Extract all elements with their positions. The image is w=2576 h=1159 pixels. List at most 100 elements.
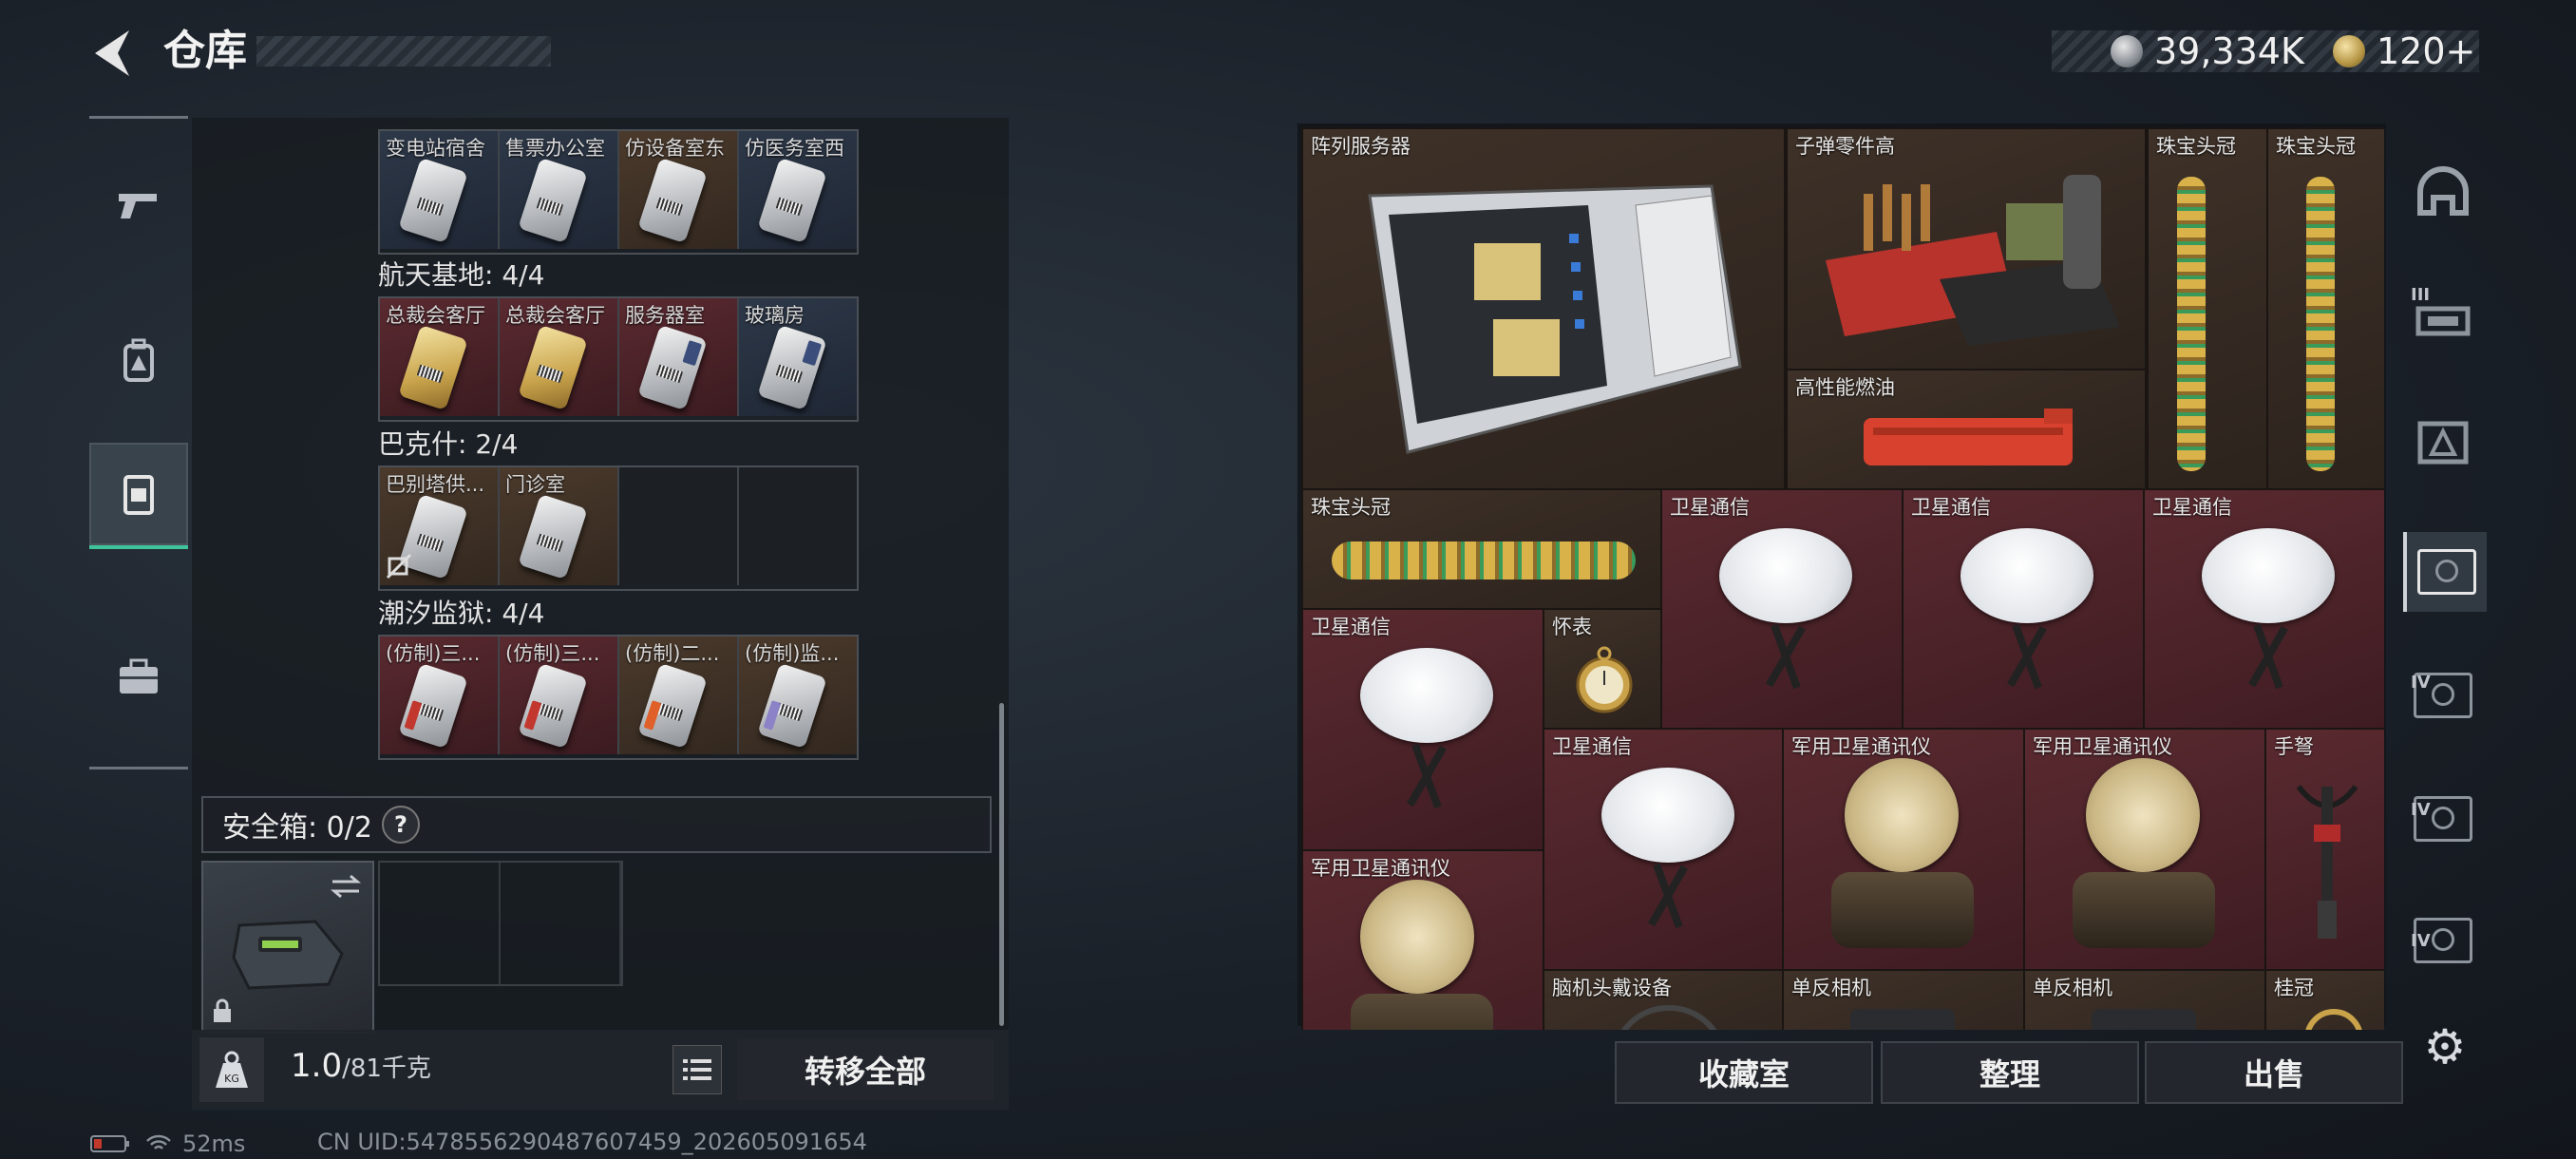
item-label: 单反相机 [2033, 977, 2112, 999]
tab-case[interactable] [89, 625, 188, 728]
status-bar: 52ms [89, 1130, 245, 1157]
section-title: 潮汐监狱: 4/4 [378, 598, 545, 629]
transfer-all-button[interactable]: 转移全部 [737, 1039, 994, 1100]
item-bci-headset[interactable]: 脑机头戴设备 [1543, 969, 1784, 1030]
satcom-image [1845, 758, 1959, 872]
title-decoration [256, 36, 551, 66]
weight-icon: KG [199, 1037, 264, 1102]
sell-button[interactable]: 出售 [2145, 1041, 2403, 1104]
filter-collectibles[interactable] [2403, 532, 2487, 612]
tier-tag: IV [2411, 673, 2431, 693]
item-label: 卫星通信 [1552, 735, 1632, 758]
dish-image [2202, 528, 2335, 623]
back-button[interactable] [87, 27, 135, 80]
cell-label: 仿设备室东 [625, 137, 725, 160]
item-military-satcom[interactable]: 军用卫星通讯仪 [2023, 728, 2266, 971]
item-label: 卫星通信 [1911, 496, 1991, 519]
help-button[interactable]: ? [381, 806, 420, 844]
crown-image [2177, 177, 2206, 471]
filter-helmet[interactable] [2403, 152, 2483, 232]
item-satellite[interactable]: 卫星通信 [1902, 488, 2145, 732]
tab-backpack[interactable] [89, 310, 188, 412]
wifi-icon [146, 1134, 171, 1150]
item-label: 军用卫星通讯仪 [1311, 857, 1450, 880]
watch-image [1576, 646, 1633, 713]
weight-max: /81千克 [342, 1054, 431, 1083]
key-cell[interactable]: 变电站宿舍 [380, 131, 500, 249]
swap-icon[interactable] [329, 872, 363, 901]
item-jewel-crown[interactable]: 珠宝头冠 [2147, 127, 2268, 490]
key-cell[interactable]: (仿制)三... [500, 636, 619, 754]
item-pocket-watch[interactable]: 怀表 [1543, 608, 1662, 730]
token-balance[interactable]: 120+ [2333, 27, 2475, 76]
key-cell[interactable]: 服务器室 [619, 298, 739, 416]
item-satellite[interactable]: 卫星通信 [1660, 488, 1904, 732]
list-view-button[interactable] [672, 1045, 722, 1094]
key-grid-row: 变电站宿舍 售票办公室 仿设备室东 仿医务室西 [378, 129, 859, 255]
item-satellite[interactable]: 卫星通信 [1301, 608, 1544, 851]
item-label: 怀表 [1552, 616, 1592, 638]
item-dslr-camera[interactable]: 单反相机 [1782, 969, 2025, 1030]
organize-button[interactable]: 整理 [1881, 1041, 2139, 1104]
item-label: 脑机头戴设备 [1552, 977, 1672, 999]
safe-box-slot[interactable] [201, 861, 374, 1034]
item-label: 军用卫星通讯仪 [2033, 735, 2172, 758]
item-jewel-crown[interactable]: 珠宝头冠 [2266, 127, 2384, 490]
key-cell[interactable]: (仿制)三... [380, 636, 500, 754]
empty-cell[interactable] [739, 467, 857, 585]
key-cell[interactable]: (仿制)监... [739, 636, 857, 754]
key-cell[interactable]: 售票办公室 [500, 131, 619, 249]
tab-vest[interactable] [89, 443, 188, 549]
key-cell[interactable]: 总裁会客厅 [500, 298, 619, 416]
token-amount: 120+ [2377, 30, 2476, 72]
rig-icon [2415, 306, 2471, 336]
satcom-image [1360, 880, 1474, 994]
item-laurel-crown[interactable]: 桂冠 [2264, 969, 2384, 1030]
page-title: 仓库 [163, 27, 247, 75]
item-jewel-crown[interactable]: 珠宝头冠 [1301, 488, 1662, 610]
satcom-image [2086, 758, 2200, 872]
cell-label: 总裁会客厅 [386, 304, 485, 327]
section-title: 巴克什: 2/4 [378, 428, 519, 460]
item-label: 手弩 [2274, 735, 2314, 758]
filter-key-case[interactable] [2403, 403, 2483, 483]
item-array-server[interactable]: 阵列服务器 [1301, 127, 1786, 490]
safe-box-header: 安全箱: 0/2 ? [201, 796, 992, 853]
settings-gear-icon[interactable]: ⚙ [2418, 1019, 2472, 1074]
coin-amount: 39,334K [2154, 30, 2304, 72]
key-cell[interactable]: 仿医务室西 [739, 131, 857, 249]
empty-cell[interactable] [619, 467, 739, 585]
camera-image [2092, 1009, 2196, 1030]
weight-current: 1.0 [291, 1047, 343, 1085]
item-satellite[interactable]: 卫星通信 [1543, 728, 1784, 971]
item-fuel[interactable]: 高性能燃油 [1786, 369, 2147, 490]
key-cell[interactable]: (仿制)二... [619, 636, 739, 754]
item-military-satcom[interactable]: 军用卫星通讯仪 [1301, 849, 1544, 1030]
tier-tag: IV [2411, 800, 2431, 820]
key-cell[interactable]: 仿设备室东 [619, 131, 739, 249]
cell-label: 服务器室 [625, 304, 705, 327]
collection-room-button[interactable]: 收藏室 [1615, 1041, 1873, 1104]
battery-icon [90, 1135, 129, 1152]
item-hand-crossbow[interactable]: 手弩 [2264, 728, 2384, 971]
dish-image [1960, 528, 2093, 623]
key-cell[interactable]: 玻璃房 [739, 298, 857, 416]
item-military-satcom[interactable]: 军用卫星通讯仪 [1782, 728, 2025, 971]
tier-tag: IV [2411, 931, 2431, 951]
item-bullet-parts[interactable]: 子弹零件高 [1786, 127, 2147, 370]
tab-weapons[interactable] [89, 154, 188, 256]
item-satellite[interactable]: 卫星通信 [2143, 488, 2384, 732]
safe-box-empty-slots[interactable] [378, 861, 623, 986]
dish-image [1360, 648, 1493, 743]
cell-label: 仿医务室西 [745, 137, 844, 160]
weight-value: 1.0/81千克 [291, 1047, 431, 1085]
key-cell[interactable]: 巴别塔供... [380, 467, 500, 585]
item-dslr-camera[interactable]: 单反相机 [2023, 969, 2266, 1030]
key-cell[interactable]: 总裁会客厅 [380, 298, 500, 416]
key-grid-row: (仿制)三... (仿制)三... (仿制)二... (仿制)监... [378, 635, 859, 760]
key-cell[interactable]: 门诊室 [500, 467, 619, 585]
coin-balance: 39,334K [2111, 27, 2304, 76]
svg-text:KG: KG [224, 1073, 239, 1085]
filter-tier-iv-a[interactable] [2403, 656, 2483, 735]
stash-scrollbar[interactable] [999, 703, 1004, 1026]
